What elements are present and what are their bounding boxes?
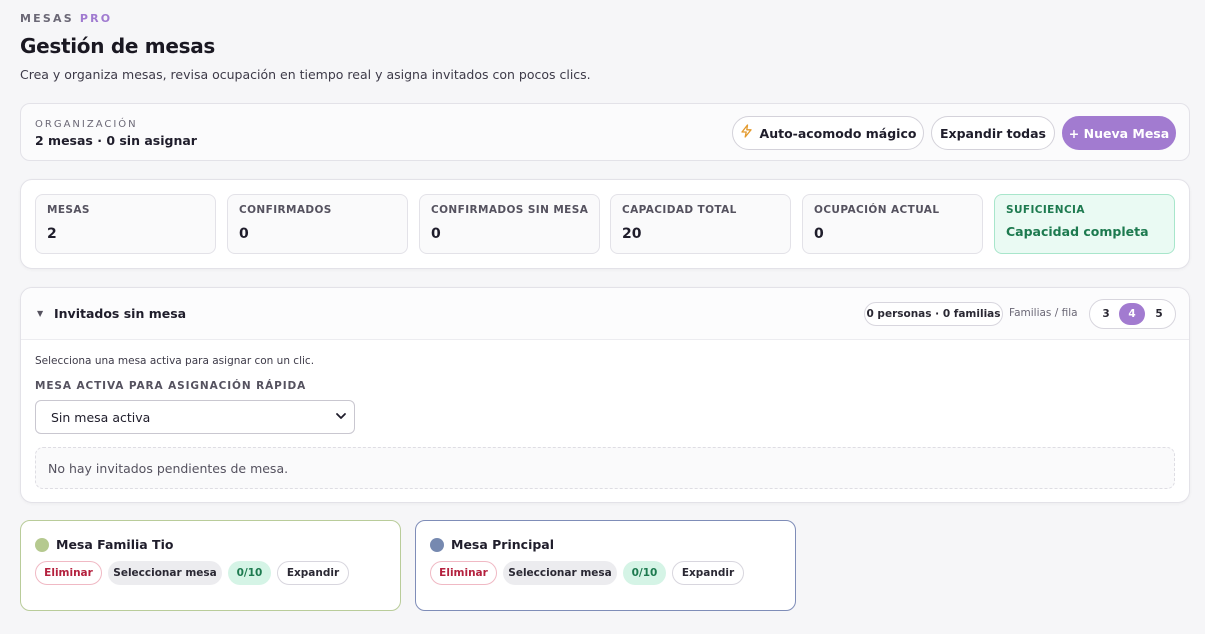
stat-label: CONFIRMADOS	[239, 204, 332, 216]
organization-label: ORGANIZACIÓN	[35, 119, 138, 130]
table-color-dot	[35, 538, 49, 552]
stat-value: 0	[431, 226, 441, 242]
stat-value: 2	[47, 226, 57, 242]
quick-assign-label: MESA ACTIVA PARA ASIGNACIÓN RÁPIDA	[35, 380, 307, 392]
assign-hint: Selecciona una mesa activa para asignar …	[35, 355, 315, 367]
table-card: Mesa Principal Eliminar Seleccionar mesa…	[415, 520, 796, 611]
unassigned-count-badge: 0 personas · 0 familias	[864, 302, 1003, 326]
chevron-down-icon	[335, 410, 346, 420]
table-name: Mesa Familia Tio	[56, 537, 174, 552]
lightning-icon	[740, 124, 753, 142]
auto-seat-button[interactable]: Auto-acomodo mágico	[732, 116, 924, 150]
new-table-label: + Nueva Mesa	[1068, 125, 1170, 141]
delete-table-button[interactable]: Eliminar	[35, 561, 102, 585]
page-title: Gestión de mesas	[20, 34, 215, 58]
select-table-button[interactable]: Seleccionar mesa	[108, 561, 222, 585]
stat-confirmed-unseated: CONFIRMADOS SIN MESA 0	[419, 194, 600, 254]
page: MESAS PRO Gestión de mesas Crea y organi…	[0, 0, 1205, 82]
new-table-button[interactable]: + Nueva Mesa	[1062, 116, 1176, 150]
stat-label: MESAS	[47, 204, 90, 216]
stat-value: 0	[814, 226, 824, 242]
unassigned-guests-header[interactable]: ▼ Invitados sin mesa 0 personas · 0 fami…	[21, 288, 1189, 340]
select-table-button[interactable]: Seleccionar mesa	[503, 561, 617, 585]
brand-name: MESAS	[20, 12, 74, 25]
collapse-caret-icon[interactable]: ▼	[37, 309, 43, 318]
table-occupancy-badge: 0/10	[623, 561, 666, 585]
organization-summary: 2 mesas · 0 sin asignar	[35, 133, 197, 148]
families-per-row-label: Familias / fila	[1009, 307, 1078, 319]
stat-tables: MESAS 2	[35, 194, 216, 254]
unassigned-guests-title: Invitados sin mesa	[54, 306, 187, 321]
stat-value: 20	[622, 226, 642, 242]
per-row-option-4[interactable]: 4	[1119, 303, 1145, 325]
stat-label: OCUPACIÓN ACTUAL	[814, 204, 940, 216]
active-table-select[interactable]: Sin mesa activa	[35, 400, 355, 434]
stat-value: 0	[239, 226, 249, 242]
active-table-select-value: Sin mesa activa	[51, 409, 151, 425]
table-card: Mesa Familia Tio Eliminar Seleccionar me…	[20, 520, 401, 611]
empty-unassigned-message: No hay invitados pendientes de mesa.	[35, 447, 1175, 489]
stat-label: CONFIRMADOS SIN MESA	[431, 204, 589, 216]
expand-all-button[interactable]: Expandir todas	[931, 116, 1055, 150]
stat-total-capacity: CAPACIDAD TOTAL 20	[610, 194, 791, 254]
stat-value: Capacidad completa	[1006, 224, 1149, 239]
expand-table-button[interactable]: Expandir	[672, 561, 744, 585]
per-row-option-3[interactable]: 3	[1093, 303, 1119, 325]
brand-suffix: PRO	[79, 12, 113, 25]
unassigned-guests-panel: ▼ Invitados sin mesa 0 personas · 0 fami…	[20, 287, 1190, 503]
table-name: Mesa Principal	[451, 537, 555, 552]
stat-sufficiency: SUFICIENCIA Capacidad completa	[994, 194, 1175, 254]
auto-seat-label: Auto-acomodo mágico	[759, 125, 917, 141]
stat-current-occupancy: OCUPACIÓN ACTUAL 0	[802, 194, 983, 254]
stat-confirmed: CONFIRMADOS 0	[227, 194, 408, 254]
delete-table-button[interactable]: Eliminar	[430, 561, 497, 585]
families-per-row-selector: 3 4 5	[1089, 299, 1176, 329]
page-subtitle: Crea y organiza mesas, revisa ocupación …	[20, 67, 591, 82]
brand-eyebrow: MESAS PRO	[20, 12, 1189, 26]
expand-all-label: Expandir todas	[939, 125, 1047, 141]
per-row-option-5[interactable]: 5	[1146, 303, 1172, 325]
stats-panel: MESAS 2 CONFIRMADOS 0 CONFIRMADOS SIN ME…	[20, 179, 1190, 269]
table-color-dot	[430, 538, 444, 552]
table-occupancy-badge: 0/10	[228, 561, 271, 585]
stat-label: CAPACIDAD TOTAL	[622, 204, 737, 216]
stat-label: SUFICIENCIA	[1006, 204, 1085, 216]
expand-table-button[interactable]: Expandir	[277, 561, 349, 585]
organization-bar: ORGANIZACIÓN 2 mesas · 0 sin asignar Aut…	[20, 103, 1190, 161]
